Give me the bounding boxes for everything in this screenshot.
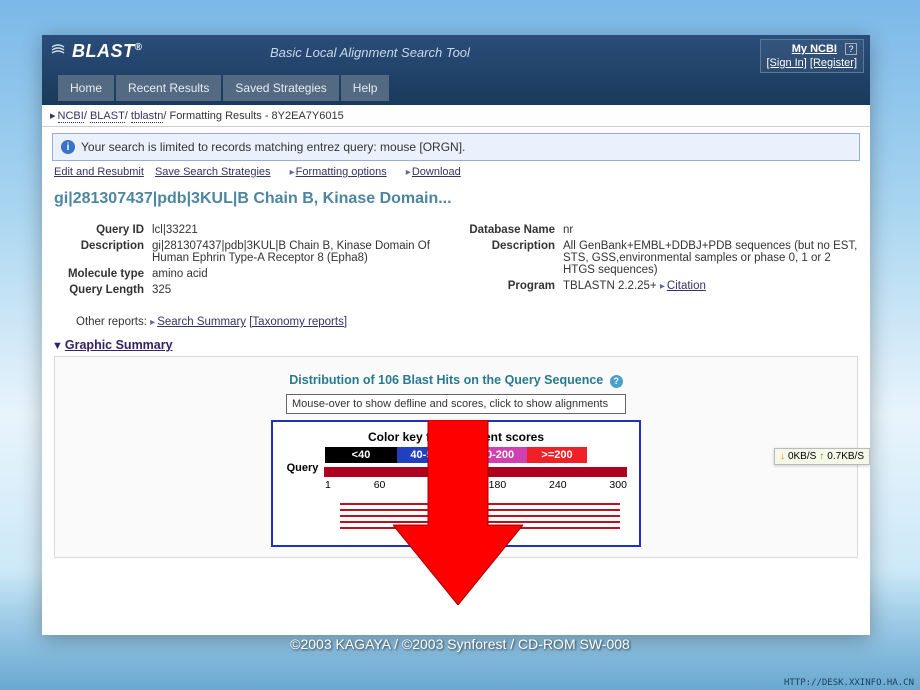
tick: 1 — [325, 479, 331, 491]
header: BLAST® Basic Local Alignment Search Tool… — [42, 35, 870, 105]
search-summary-link[interactable]: Search Summary — [157, 316, 246, 328]
crumb-tblastn[interactable]: tblastn — [131, 110, 163, 123]
meta-left: Query IDlcl|33221 Descriptiongi|28130743… — [52, 224, 449, 300]
logo-text: BLAST — [72, 41, 135, 61]
desc-right-label: Description — [463, 240, 563, 276]
graphic-summary-head[interactable]: ▼Graphic Summary — [52, 338, 860, 352]
hit-bars — [340, 503, 627, 529]
molecule-label: Molecule type — [52, 268, 152, 280]
link-bar: Edit and Resubmit Save Search Strategies… — [52, 161, 860, 182]
mouseover-hint: Mouse-over to show defline and scores, c… — [286, 394, 626, 414]
colorkey: <40 40-50 80-200 >=200 — [285, 447, 627, 463]
help-icon[interactable]: ? — [610, 375, 623, 388]
colorkey-title: Color key for alignment scores — [285, 430, 627, 444]
hit-bar[interactable] — [340, 521, 620, 523]
edit-resubmit-link[interactable]: Edit and Resubmit — [54, 166, 144, 178]
logo-reg: ® — [135, 42, 143, 53]
nav-recent[interactable]: Recent Results — [116, 75, 221, 101]
tick: 240 — [549, 479, 567, 491]
graphic-summary-box: Distribution of 106 Blast Hits on the Qu… — [54, 356, 858, 558]
other-reports: Other reports: ▸Search Summary [Taxonomy… — [76, 316, 860, 328]
crumb-tail: Formatting Results - 8Y2EA7Y6015 — [169, 110, 343, 122]
tagline: Basic Local Alignment Search Tool — [270, 45, 470, 60]
program-value: TBLASTN 2.2.25+ — [563, 280, 657, 292]
db-name-label: Database Name — [463, 224, 563, 236]
page-title: gi|281307437|pdb|3KUL|B Chain B, Kinase … — [54, 190, 860, 208]
account-box: My NCBI? [Sign In] [Register] — [760, 39, 865, 73]
nav-saved[interactable]: Saved Strategies — [223, 75, 338, 101]
nav: Home Recent Results Saved Strategies Hel… — [58, 75, 389, 101]
ck-50-80 — [452, 447, 467, 463]
other-label: Other reports: — [76, 316, 147, 328]
program-label: Program — [463, 280, 563, 292]
up-speed: 0.7KB/S — [827, 451, 864, 462]
ck-40: <40 — [325, 447, 397, 463]
meta-block: Query IDlcl|33221 Descriptiongi|28130743… — [52, 224, 860, 300]
alignment-plot: Color key for alignment scores <40 40-50… — [271, 420, 641, 547]
up-arrow-icon: ↑ — [819, 451, 824, 462]
nav-home[interactable]: Home — [58, 75, 114, 101]
wallpaper-credits: ©2003 KAGAYA / ©2003 Synforest / CD-ROM … — [0, 636, 920, 652]
formatting-options-link[interactable]: Formatting options — [296, 166, 387, 178]
breadcrumb: ▸NCBI/ BLAST/ tblastn/ Formatting Result… — [42, 105, 870, 127]
distribution-title: Distribution of 106 Blast Hits on the Qu… — [65, 373, 847, 388]
crumb-ncbi[interactable]: NCBI — [58, 110, 84, 123]
desc-left-label: Description — [52, 240, 152, 264]
crumb-blast[interactable]: BLAST — [90, 110, 125, 123]
content: i Your search is limited to records matc… — [42, 127, 870, 558]
down-arrow-icon: ↓ — [780, 451, 785, 462]
taxonomy-reports-link[interactable]: [Taxonomy reports] — [249, 316, 347, 328]
tick: 120 — [428, 479, 446, 491]
wallpaper-url: HTTP://DESK.XXINFO.HA.CN — [784, 678, 914, 688]
hit-bar[interactable] — [340, 503, 620, 505]
query-id-value: lcl|33221 — [152, 224, 198, 236]
info-box: i Your search is limited to records matc… — [52, 133, 860, 161]
db-name-value: nr — [563, 224, 573, 236]
logo: BLAST® — [50, 41, 142, 62]
axis-ticks: 1 60 120 180 240 300 — [325, 479, 627, 491]
download-link[interactable]: Download — [412, 166, 461, 178]
query-bar — [324, 467, 627, 477]
tick: 60 — [374, 479, 386, 491]
info-icon: i — [61, 140, 75, 154]
blast-logo-icon — [50, 44, 66, 60]
network-badge: ↓0KB/S ↑0.7KB/S — [774, 448, 870, 465]
query-label: Query — [285, 462, 320, 474]
register-link[interactable]: [Register] — [810, 57, 857, 69]
hit-bar[interactable] — [340, 527, 620, 529]
tick: 300 — [609, 479, 627, 491]
info-text: Your search is limited to records matchi… — [81, 140, 465, 154]
molecule-value: amino acid — [152, 268, 208, 280]
meta-right: Database Namenr DescriptionAll GenBank+E… — [463, 224, 860, 300]
ck-80-200: 80-200 — [467, 447, 527, 463]
blast-window: BLAST® Basic Local Alignment Search Tool… — [42, 35, 870, 635]
hit-bar[interactable] — [340, 515, 620, 517]
sign-in-link[interactable]: [Sign In] — [767, 57, 807, 69]
down-speed: 0KB/S — [788, 451, 816, 462]
length-label: Query Length — [52, 284, 152, 296]
tick: 180 — [489, 479, 507, 491]
save-strategies-link[interactable]: Save Search Strategies — [155, 166, 271, 178]
help-icon[interactable]: ? — [845, 43, 857, 55]
citation-link[interactable]: Citation — [667, 280, 706, 292]
my-ncbi-link[interactable]: My NCBI — [792, 43, 837, 55]
ck-40-50: 40-50 — [397, 447, 452, 463]
desc-right-value: All GenBank+EMBL+DDBJ+PDB sequences (but… — [563, 240, 860, 276]
query-id-label: Query ID — [52, 224, 152, 236]
length-value: 325 — [152, 284, 171, 296]
ck-200: >=200 — [527, 447, 587, 463]
desc-left-value: gi|281307437|pdb|3KUL|B Chain B, Kinase … — [152, 240, 449, 264]
nav-help[interactable]: Help — [341, 75, 390, 101]
hit-bar[interactable] — [340, 509, 620, 511]
